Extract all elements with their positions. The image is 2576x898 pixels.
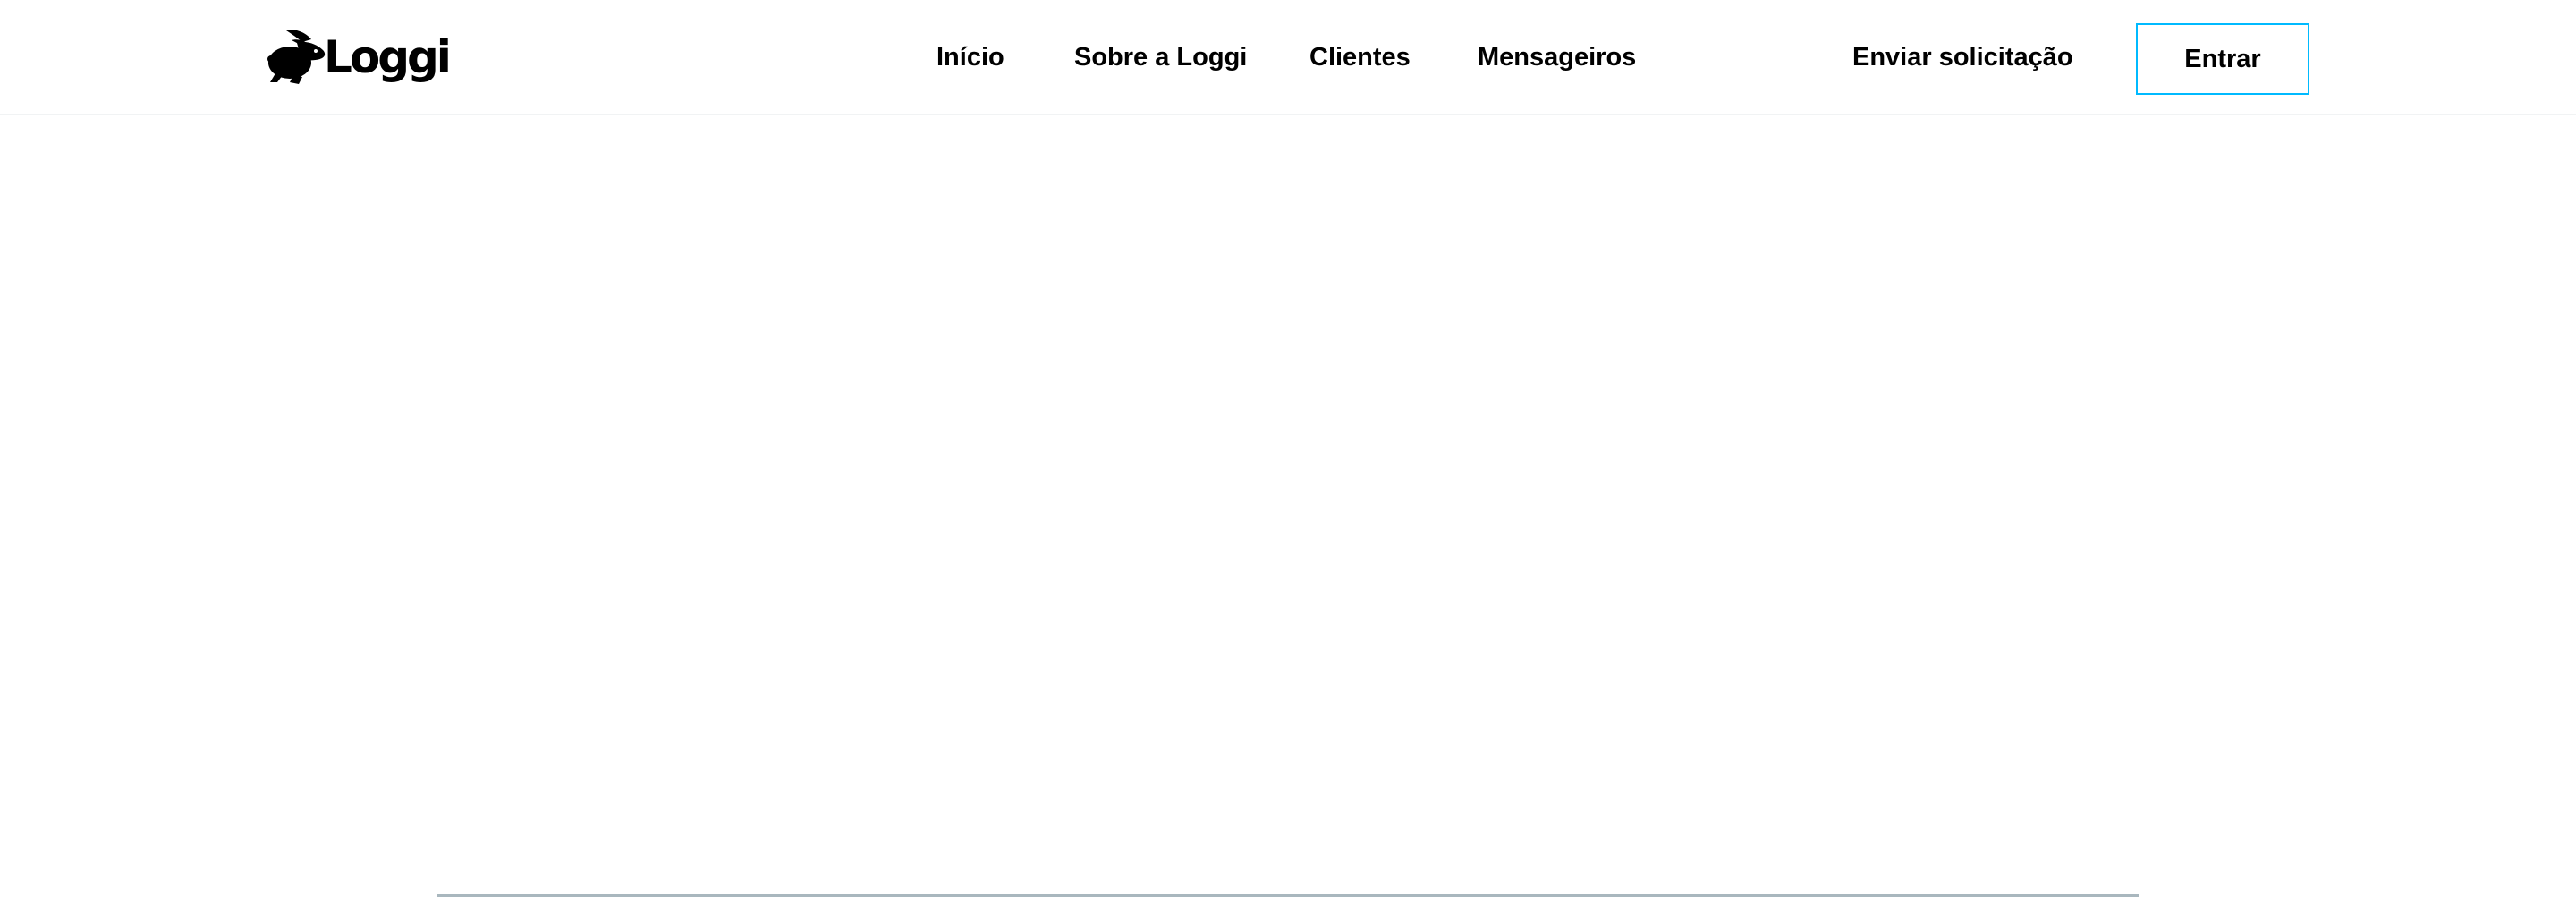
logo-wordmark: Loggi	[324, 31, 452, 83]
top-navigation-bar: Loggi Início Sobre a Loggi Clientes Mens…	[0, 0, 2576, 115]
rabbit-icon	[267, 30, 326, 84]
section-divider	[437, 894, 2139, 897]
nav-link-enviar-solicitacao[interactable]: Enviar solicitação	[1852, 0, 2073, 115]
page: Loggi Início Sobre a Loggi Clientes Mens…	[0, 0, 2576, 898]
login-button[interactable]: Entrar	[2136, 23, 2309, 95]
nav-link-clientes[interactable]: Clientes	[1309, 0, 1411, 115]
nav-link-sobre-a-loggi[interactable]: Sobre a Loggi	[1074, 0, 1247, 115]
nav-link-mensageiros[interactable]: Mensageiros	[1478, 0, 1636, 115]
loggi-logo-link[interactable]: Loggi	[267, 29, 452, 86]
nav-link-inicio[interactable]: Início	[936, 0, 1004, 115]
